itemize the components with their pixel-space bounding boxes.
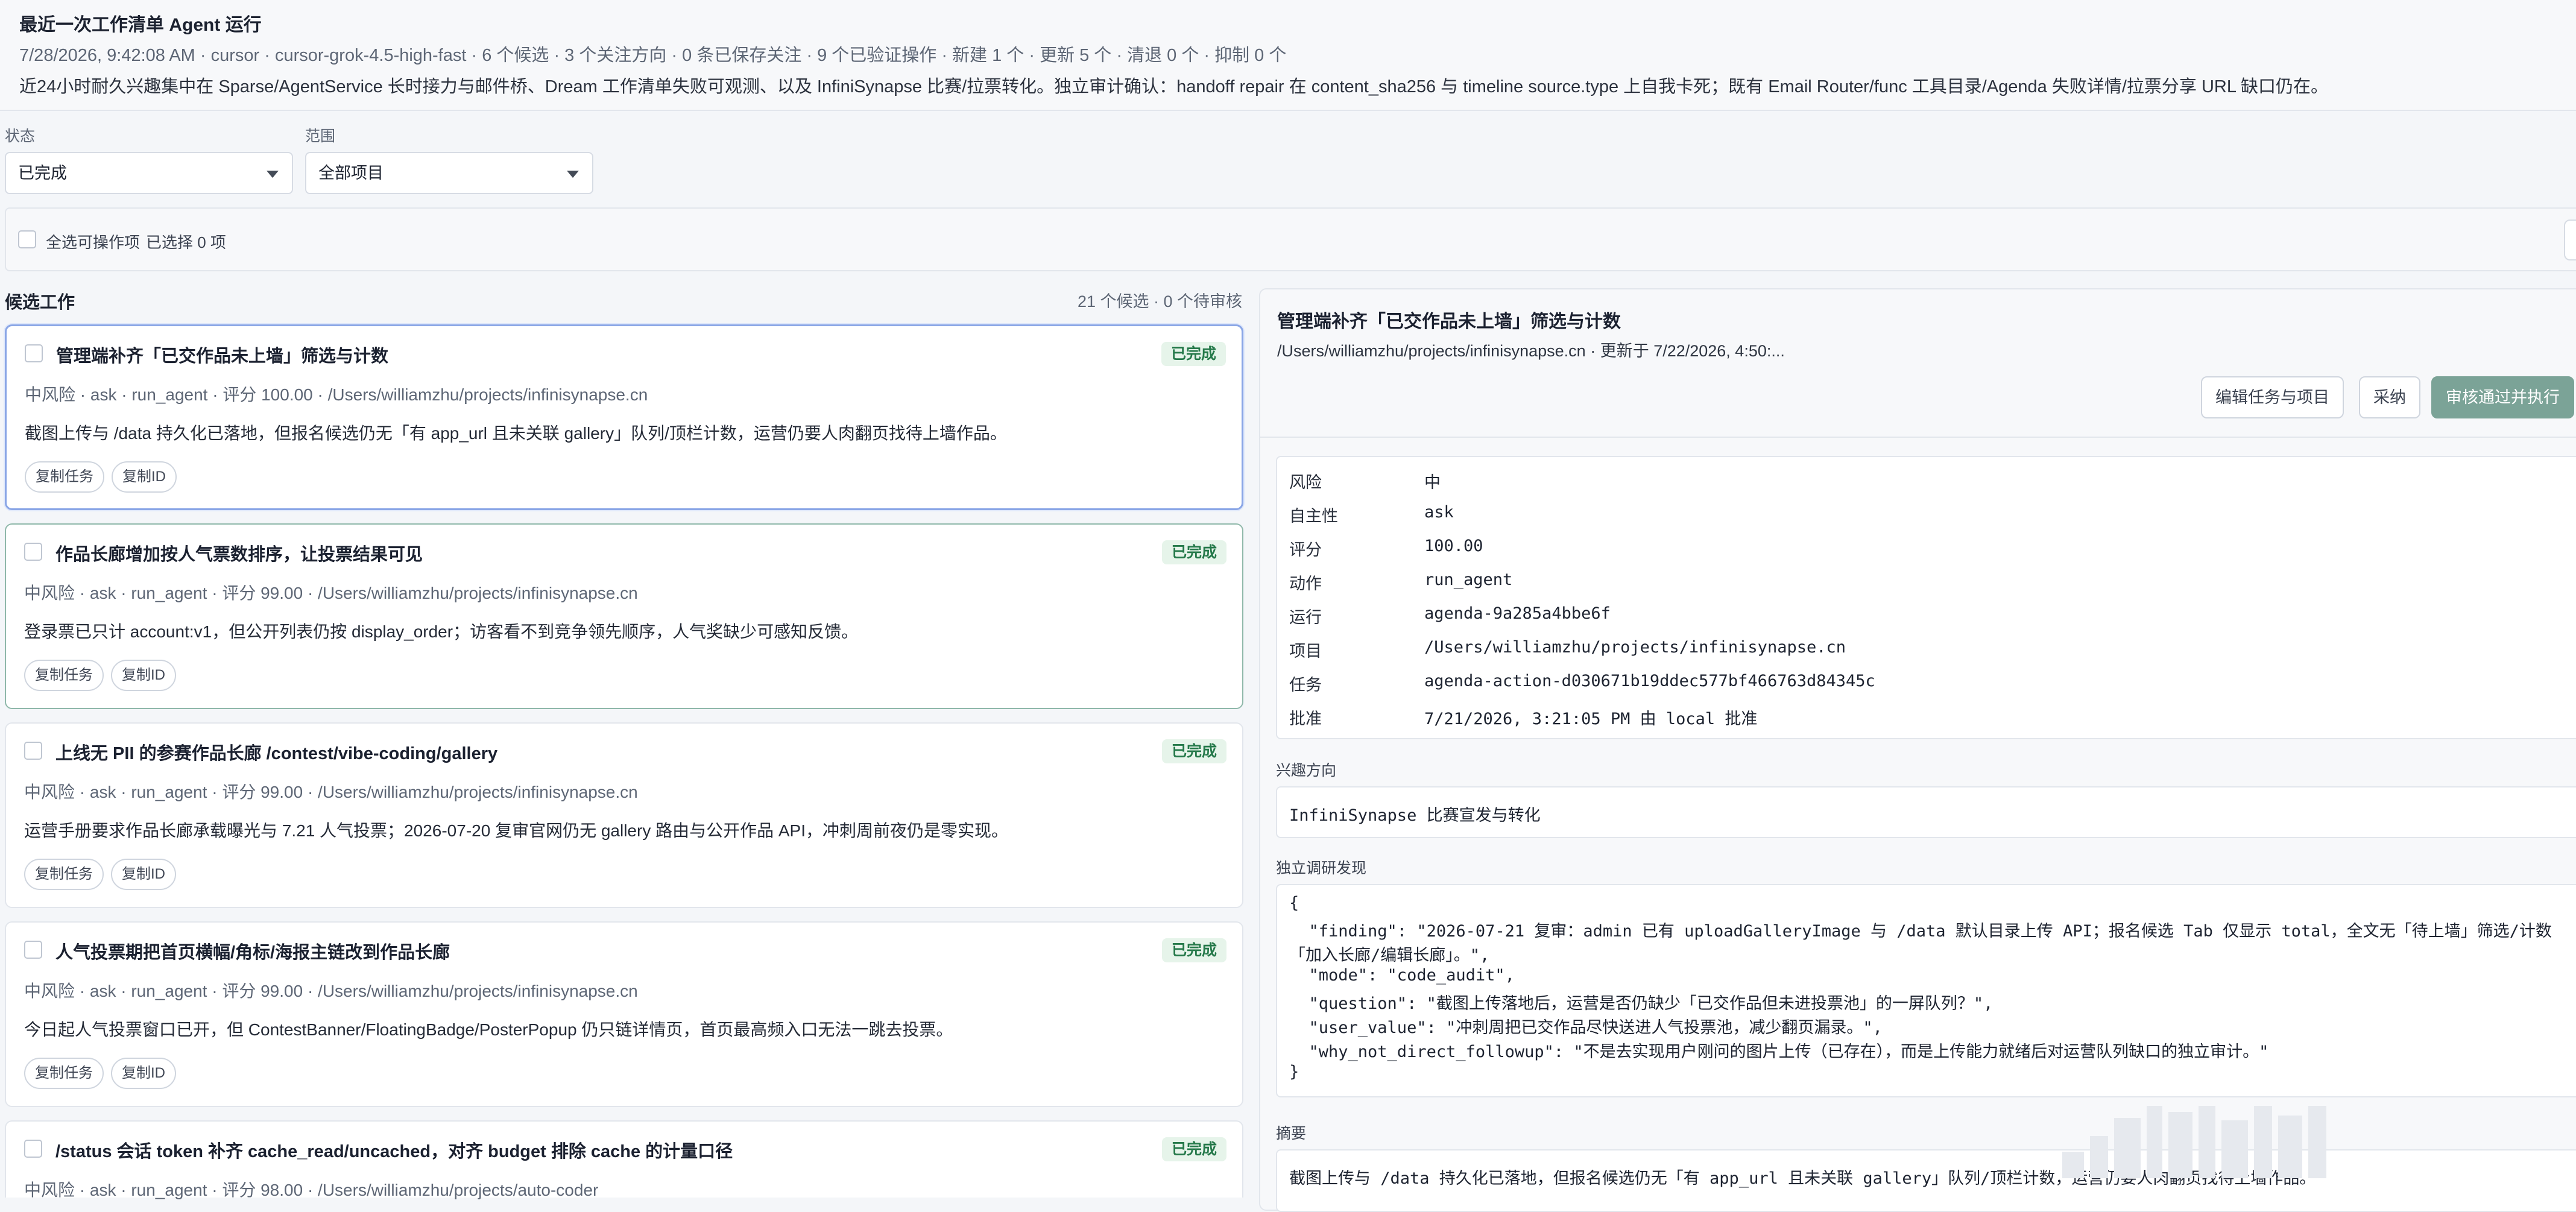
edit-task-button[interactable]: 编辑任务与项目 [2201,376,2344,418]
chevron-down-icon [267,171,279,178]
candidate-meta: 中风险 · ask · run_agent · 评分 100.00 · /Use… [25,385,648,404]
copy-id-button[interactable]: 复制ID [111,660,176,691]
finding-line: "user_value": "冲刺周把已交作品尽快送进人气投票池，减少翻页漏录。… [1289,1018,1883,1037]
finding-json-box: { "finding": "2026-07-21 复审：admin 已有 upl… [1276,884,2576,1097]
candidate-checkbox[interactable] [24,941,42,959]
field-label: 运行 [1289,608,1322,627]
run-summary-text: 近24小时耐久兴趣集中在 Sparse/AgentService 长时接力与邮件… [19,77,2328,96]
run-title: 最近一次工作清单 Agent 运行 [19,15,262,35]
summary-box: 截图上传与 /data 持久化已落地，但报名候选仍无「有 app_url 且未关… [1276,1149,2576,1212]
finding-line: "finding": "2026-07-21 复审：admin 已有 uploa… [1289,922,2552,941]
candidate-checkbox[interactable] [25,344,43,362]
copy-task-button[interactable]: 复制任务 [24,859,104,890]
candidate-title: 管理端补齐「已交作品未上墙」筛选与计数 [56,347,389,366]
copy-task-button[interactable]: 复制任务 [25,461,104,493]
field-value: 100.00 [1424,537,1483,555]
status-badge: 已完成 [1161,938,1226,962]
run-meta: 7/28/2026, 9:42:08 AM · cursor · cursor-… [19,46,1287,65]
interest-box: InfiniSynapse 比赛宣发与转化 [1276,786,2576,838]
field-label: 自主性 [1289,507,1338,525]
field-value: ask [1424,503,1454,522]
candidate-card[interactable]: 人气投票期把首页横幅/角标/海报主链改到作品长廊 已完成 中风险 · ask ·… [5,921,1243,1107]
candidate-counts: 21 个候选 · 0 个待审核 [1077,292,1242,311]
bulk-action-bar: 全选可操作项 已选择 0 项 [5,207,2576,271]
field-value: run_agent [1424,570,1513,589]
select-all-label[interactable]: 全选可操作项 [46,230,140,253]
candidate-checkbox[interactable] [24,1140,42,1158]
summary-label: 摘要 [1276,1125,1307,1142]
candidate-card[interactable]: 作品长廊增加按人气票数排序，让投票结果可见 已完成 中风险 · ask · ru… [5,523,1243,709]
candidate-meta: 中风险 · ask · run_agent · 评分 98.00 · /User… [24,1181,599,1199]
copy-id-button[interactable]: 复制ID [111,1058,176,1089]
candidate-meta: 中风险 · ask · run_agent · 评分 99.00 · /User… [24,783,638,801]
candidate-description: 运营手册要求作品长廊承载曝光与 7.21 人气投票；2026-07-20 复审官… [24,821,1009,840]
select-all-checkbox[interactable] [18,230,36,248]
candidate-checkbox[interactable] [24,543,42,561]
status-filter-select[interactable]: 已完成 [5,152,293,194]
detail-fields: 风险 中 自主性 ask 评分 100.00 动作 run_agent 运行 a… [1276,456,2576,739]
finding-line: "question": "截图上传落地后，运营是否仍缺少「已交作品但未进投票池」… [1289,994,1994,1013]
copy-task-button[interactable]: 复制任务 [24,1058,104,1089]
field-value: agenda-9a285a4bbe6f [1424,604,1611,623]
field-label: 风险 [1289,473,1322,491]
watermark-logo [2062,1106,2335,1178]
candidate-checkbox[interactable] [24,742,42,760]
candidate-card[interactable]: 管理端补齐「已交作品未上墙」筛选与计数 已完成 中风险 · ask · run_… [5,324,1243,510]
finding-line: "mode": "code_audit", [1289,966,1515,985]
detail-title: 管理端补齐「已交作品未上墙」筛选与计数 [1277,312,1621,332]
copy-id-button[interactable]: 复制ID [112,461,177,493]
candidate-description: 今日起人气投票窗口已开，但 ContestBanner/FloatingBadg… [24,1020,953,1039]
field-value: 中 [1424,473,1441,492]
finding-line: } [1289,1062,1299,1081]
field-label: 任务 [1289,676,1322,694]
scope-filter-select[interactable]: 全部项目 [305,152,593,194]
adopt-button[interactable]: 采纳 [2359,376,2420,418]
candidate-card[interactable]: /status 会话 token 补齐 cache_read/uncached，… [5,1120,1243,1199]
interest-label: 兴趣方向 [1276,762,1337,779]
run-summary-panel: 最近一次工作清单 Agent 运行 7/28/2026, 9:42:08 AM … [0,0,2576,111]
scope-filter-value: 全部项目 [318,164,384,182]
candidate-meta: 中风险 · ask · run_agent · 评分 99.00 · /User… [24,584,638,602]
candidate-description: 截图上传与 /data 持久化已落地，但报名候选仍无「有 app_url 且未关… [25,424,1007,443]
bulk-action-button[interactable] [2564,219,2576,260]
chevron-down-icon [567,171,579,178]
field-label: 批准 [1289,710,1322,728]
detail-subtitle: /Users/williamzhu/projects/infinisynapse… [1277,342,1785,360]
status-badge: 已完成 [1161,739,1226,763]
status-badge: 已完成 [1161,342,1226,366]
interest-value: InfiniSynapse 比赛宣发与转化 [1289,806,1541,825]
copy-id-button[interactable]: 复制ID [111,859,176,890]
candidate-meta: 中风险 · ask · run_agent · 评分 99.00 · /User… [24,982,638,1000]
candidate-card[interactable]: 上线无 PII 的参赛作品长廊 /contest/vibe-coding/gal… [5,722,1243,908]
copy-task-button[interactable]: 复制任务 [24,660,104,691]
field-value: 7/21/2026, 3:21:05 PM 由 local 批准 [1424,710,1758,728]
field-label: 动作 [1289,575,1322,593]
selected-count: 已选择 0 项 [146,233,226,251]
finding-line: 「加入长廊/编辑长廊」。", [1289,946,1490,965]
candidate-title: 作品长廊增加按人气票数排序，让投票结果可见 [55,545,423,564]
detail-divider [1260,437,2576,438]
candidate-description: 登录票已只计 account:v1，但公开列表仍按 display_order；… [24,622,859,641]
status-badge: 已完成 [1161,1137,1226,1161]
field-value: agenda-action-d030671b19ddec577bf466763d… [1424,672,1875,690]
scope-filter-label: 范围 [305,128,336,145]
candidate-title: 上线无 PII 的参赛作品长廊 /contest/vibe-coding/gal… [55,744,498,763]
field-label: 评分 [1289,541,1322,559]
status-badge: 已完成 [1161,540,1226,564]
candidate-detail-panel: 管理端补齐「已交作品未上墙」筛选与计数 /Users/williamzhu/pr… [1259,288,2576,1212]
field-label: 项目 [1289,642,1322,660]
field-value: /Users/williamzhu/projects/infinisynapse… [1424,638,1846,657]
approve-execute-button[interactable]: 审核通过并执行 [2431,376,2574,418]
status-filter-value: 已完成 [18,164,67,182]
candidate-title: /status 会话 token 补齐 cache_read/uncached，… [55,1142,733,1161]
finding-line: "why_not_direct_followup": "不是去实现用户刚问的图片… [1289,1043,2269,1061]
finding-label: 独立调研发现 [1276,860,1367,877]
status-filter-label: 状态 [5,128,36,145]
candidate-list-title: 候选工作 [5,293,75,312]
candidate-title: 人气投票期把首页横幅/角标/海报主链改到作品长廊 [55,943,450,962]
finding-line: { [1289,894,1299,912]
